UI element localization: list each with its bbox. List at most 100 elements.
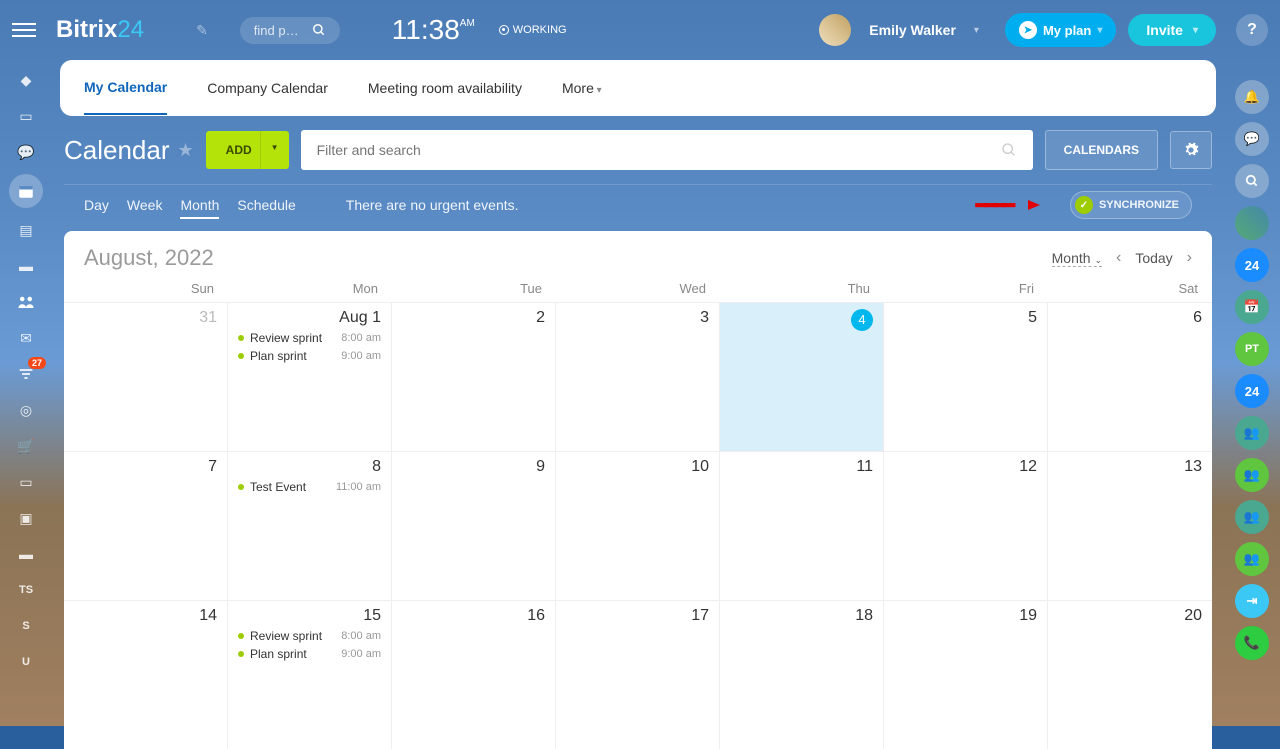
tab-meeting-room-availability[interactable]: Meeting room availability <box>368 62 522 114</box>
calendar-cell[interactable]: 13 <box>1048 452 1212 600</box>
calendar-cell[interactable]: 31 <box>64 303 228 451</box>
calendar-cell[interactable]: 2 <box>392 303 556 451</box>
calendar-cell[interactable]: 12 <box>884 452 1048 600</box>
calendar-event[interactable]: Plan sprint9:00 am <box>238 647 381 661</box>
arrow-callout: ━━━━ <box>976 193 1012 218</box>
view-week[interactable]: Week <box>127 193 163 217</box>
edit-icon[interactable]: ✎ <box>196 22 208 39</box>
calendar-cell[interactable]: 7 <box>64 452 228 600</box>
calendar-cell[interactable]: Aug 1Review sprint8:00 amPlan sprint9:00… <box>228 303 392 451</box>
calendar-cell[interactable]: 20 <box>1048 601 1212 749</box>
tab-my-calendar[interactable]: My Calendar <box>84 61 167 115</box>
rail-docs-icon[interactable]: ▤ <box>12 216 40 244</box>
synchronize-button[interactable]: ✓ SYNCHRONIZE <box>1070 191 1192 219</box>
avatar[interactable] <box>819 14 851 46</box>
rail-workgroups-icon[interactable] <box>12 288 40 316</box>
tab-company-calendar[interactable]: Company Calendar <box>207 62 328 114</box>
calendar-card: August, 2022 Month ⌄ ‹ Today › SunMonTue… <box>64 231 1212 749</box>
calendar-cell[interactable]: 9 <box>392 452 556 600</box>
left-rail: ◆ ▭ 💬 ▤ ▬ ✉ 27 ◎ 🛒 ▭ ▣ ▬ TS S U <box>0 60 52 726</box>
calendar-cell[interactable]: 19 <box>884 601 1048 749</box>
calendar-event[interactable]: Review sprint8:00 am <box>238 331 381 345</box>
calendar-cell[interactable]: 16 <box>392 601 556 749</box>
plan-icon: ➤ <box>1019 21 1037 39</box>
rail-u[interactable]: U <box>12 648 40 676</box>
invite-button[interactable]: Invite▾ <box>1128 14 1216 46</box>
rr-pt[interactable]: PT <box>1235 332 1269 366</box>
view-day[interactable]: Day <box>84 193 109 217</box>
rr-search-icon[interactable] <box>1235 164 1269 198</box>
rail-book-icon[interactable]: ▬ <box>12 540 40 568</box>
global-search[interactable] <box>240 17 340 44</box>
calendar-cell[interactable]: 6 <box>1048 303 1212 451</box>
rr-people1-icon[interactable]: 👥 <box>1235 416 1269 450</box>
rr-login-icon[interactable]: ⇥ <box>1235 584 1269 618</box>
gear-icon <box>1183 142 1199 158</box>
dow-header: Wed <box>556 281 720 296</box>
rail-s[interactable]: S <box>12 612 40 640</box>
calendar-cell[interactable]: 11 <box>720 452 884 600</box>
rr-group-photo[interactable] <box>1235 206 1269 240</box>
rr-24a[interactable]: 24 <box>1235 248 1269 282</box>
rr-chat-icon[interactable]: 💬 <box>1235 122 1269 156</box>
help-button[interactable]: ? <box>1236 14 1268 46</box>
rail-mail-icon[interactable]: ✉ <box>12 324 40 352</box>
calendar-event[interactable]: Test Event11:00 am <box>238 480 381 494</box>
arrow-head-icon <box>1028 200 1040 210</box>
filter-search[interactable] <box>301 130 1033 170</box>
view-month[interactable]: Month <box>180 193 219 219</box>
calendar-cell[interactable]: 3 <box>556 303 720 451</box>
calendar-cell[interactable]: 5 <box>884 303 1048 451</box>
calendar-cell[interactable]: 8Test Event11:00 am <box>228 452 392 600</box>
search-input[interactable] <box>254 23 304 38</box>
rail-chat-icon[interactable]: 💬 <box>12 138 40 166</box>
calendar-cell[interactable]: 15Review sprint8:00 amPlan sprint9:00 am <box>228 601 392 749</box>
calendar-cell[interactable]: 18 <box>720 601 884 749</box>
chevron-down-icon[interactable]: ▾ <box>974 25 979 36</box>
rail-filter-icon[interactable]: 27 <box>12 360 40 388</box>
rail-cart-icon[interactable]: 🛒 <box>12 432 40 460</box>
rr-call-icon[interactable]: 📞 <box>1235 626 1269 660</box>
today-button[interactable]: Today <box>1135 250 1172 266</box>
event-dot-icon <box>238 335 244 341</box>
rr-24b[interactable]: 24 <box>1235 374 1269 408</box>
rail-ts[interactable]: TS <box>12 576 40 604</box>
add-dropdown[interactable]: ▼ <box>260 131 289 169</box>
rail-target-icon[interactable]: ◎ <box>12 396 40 424</box>
dow-header: Fri <box>884 281 1048 296</box>
rr-cal-icon[interactable]: 📅 <box>1235 290 1269 324</box>
star-icon[interactable]: ★ <box>178 140 194 161</box>
rail-drive-icon[interactable]: ▬ <box>12 252 40 280</box>
my-plan-button[interactable]: ➤My plan▾ <box>1005 13 1116 47</box>
dow-header: Tue <box>392 281 556 296</box>
view-schedule[interactable]: Schedule <box>237 193 295 217</box>
rr-people4-icon[interactable]: 👥 <box>1235 542 1269 576</box>
calendars-button[interactable]: CALENDARS <box>1045 130 1158 170</box>
rail-card-icon[interactable]: ▭ <box>12 468 40 496</box>
username[interactable]: Emily Walker <box>869 22 956 38</box>
calendar-event[interactable]: Plan sprint9:00 am <box>238 349 381 363</box>
work-status[interactable]: WORKING <box>499 24 567 36</box>
rail-calendar-icon[interactable] <box>9 174 43 208</box>
calendar-cell[interactable]: 4 <box>720 303 884 451</box>
today-badge: 4 <box>851 309 873 331</box>
dow-header: Sat <box>1048 281 1212 296</box>
calendar-cell[interactable]: 10 <box>556 452 720 600</box>
settings-button[interactable] <box>1170 131 1212 169</box>
logo[interactable]: Bitrix24 <box>56 16 144 44</box>
view-selector[interactable]: Month ⌄ <box>1052 250 1102 267</box>
menu-icon[interactable] <box>12 18 36 42</box>
tab-more[interactable]: More <box>562 62 602 114</box>
rail-box-icon[interactable]: ▣ <box>12 504 40 532</box>
rr-people3-icon[interactable]: 👥 <box>1235 500 1269 534</box>
prev-button[interactable]: ‹ <box>1116 249 1121 267</box>
calendar-event[interactable]: Review sprint8:00 am <box>238 629 381 643</box>
rr-people2-icon[interactable]: 👥 <box>1235 458 1269 492</box>
calendar-cell[interactable]: 17 <box>556 601 720 749</box>
filter-input[interactable] <box>317 142 1001 158</box>
next-button[interactable]: › <box>1187 249 1192 267</box>
rail-stream-icon[interactable]: ▭ <box>12 102 40 130</box>
rail-hub-icon[interactable]: ◆ <box>12 66 40 94</box>
rr-bell-icon[interactable]: 🔔 <box>1235 80 1269 114</box>
calendar-cell[interactable]: 14 <box>64 601 228 749</box>
